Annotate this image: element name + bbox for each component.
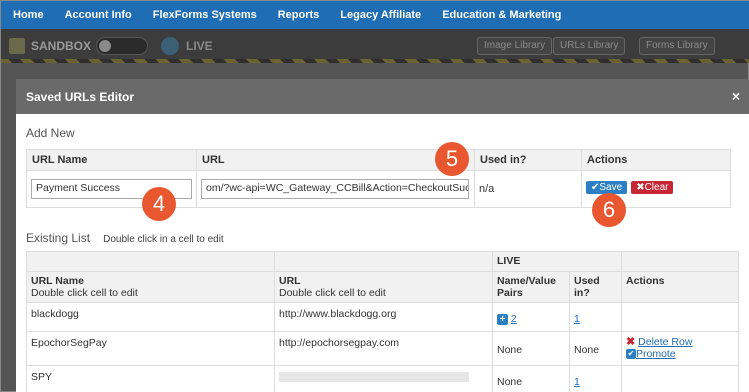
table-row: blackdogg http://www.blackdogg.org + 2 1: [26, 302, 739, 332]
row-name[interactable]: SPY: [26, 365, 275, 392]
modal-header: Saved URLs Editor ×: [16, 79, 749, 114]
existing-list-table: LIVE URL Name Double click cell to edit U…: [26, 251, 739, 392]
callout-4: 4: [142, 187, 176, 221]
saved-urls-editor-modal: Saved URLs Editor × Add New URL Name URL…: [16, 79, 749, 392]
nav-home[interactable]: Home: [13, 9, 44, 21]
x-icon: ✖: [636, 182, 645, 193]
hazard-stripe: [1, 59, 749, 63]
table-row: EpochorSegPay http://epochorsegpay.com N…: [26, 330, 739, 367]
image-library-button[interactable]: Image Library: [477, 37, 553, 55]
col-name-header: URL Name Double click cell to edit: [26, 271, 275, 303]
redacted-url: [279, 372, 469, 383]
row-actions: ✖ Delete Row ✔ Promote: [621, 330, 739, 367]
toggle-knob: [99, 40, 111, 52]
close-icon[interactable]: ×: [732, 88, 740, 104]
col-url: URL: [196, 149, 475, 171]
modal-title: Saved URLs Editor: [26, 89, 135, 104]
table-row: SPY None 1: [26, 365, 739, 392]
used-in-value: n/a: [474, 170, 582, 208]
row-name[interactable]: EpochorSegPay: [26, 330, 275, 367]
forms-library-button[interactable]: Forms Library: [639, 37, 715, 55]
clear-label: Clear: [644, 182, 669, 193]
sandbox-label: SANDBOX: [31, 39, 92, 53]
delete-row-link[interactable]: Delete Row: [638, 336, 692, 348]
live-label: LIVE: [186, 39, 213, 53]
col-used-in: Used in?: [474, 149, 582, 171]
col-used-in-header: Used in?: [569, 271, 622, 303]
col-url-header: URL Double click cell to edit: [274, 271, 493, 303]
row-url[interactable]: http://epochorsegpay.com: [274, 330, 493, 367]
col-name-label: URL Name: [31, 275, 84, 287]
row-pairs: + 2: [492, 302, 570, 332]
used-in-link[interactable]: 1: [574, 313, 580, 325]
pairs-link[interactable]: 2: [511, 313, 517, 325]
existing-list-hint: Double click in a cell to edit: [103, 234, 224, 245]
delete-icon: ✖: [626, 336, 636, 349]
nav-account-info[interactable]: Account Info: [65, 9, 132, 21]
nav-education-marketing[interactable]: Education & Marketing: [442, 9, 561, 21]
callout-5: 5: [435, 142, 469, 176]
add-new-table: URL Name URL Used in? Actions Payment Su…: [26, 149, 731, 208]
row-pairs: None: [492, 330, 570, 367]
globe-icon: [161, 37, 179, 55]
sandbox-bar: SANDBOX LIVE Image Library URLs Library …: [1, 29, 749, 63]
url-cell: om/?wc-api=WC_Gateway_CCBill&Action=Chec…: [196, 170, 475, 208]
callout-6: 6: [592, 193, 626, 227]
sandbox-live-toggle[interactable]: [96, 37, 148, 55]
row-url[interactable]: http://www.blackdogg.org: [274, 302, 493, 332]
add-new-title: Add New: [26, 126, 75, 140]
nav-legacy-affiliate[interactable]: Legacy Affiliate: [340, 9, 421, 21]
col-actions-header: Actions: [621, 271, 739, 303]
live-header: LIVE: [492, 251, 622, 272]
nav-flexforms-systems[interactable]: FlexForms Systems: [153, 9, 257, 21]
used-in-link[interactable]: 1: [574, 376, 580, 388]
existing-list-title: Existing List: [26, 231, 91, 245]
row-used-in: 1: [569, 302, 622, 332]
row-used-in: 1: [569, 365, 622, 392]
sandbox-logo-icon: [9, 38, 25, 54]
promote-icon: ✔: [626, 349, 636, 360]
row-actions: [621, 365, 739, 392]
url-input[interactable]: om/?wc-api=WC_Gateway_CCBill&Action=Chec…: [201, 179, 469, 199]
col-name-sub: Double click cell to edit: [31, 287, 138, 299]
row-url[interactable]: [274, 365, 493, 392]
clear-button[interactable]: ✖Clear: [631, 181, 674, 194]
plus-icon[interactable]: +: [497, 313, 508, 325]
save-button[interactable]: ✔Save: [586, 181, 628, 194]
col-actions: Actions: [581, 149, 731, 171]
top-nav: Home Account Info FlexForms Systems Repo…: [1, 1, 749, 29]
urls-library-button[interactable]: URLs Library: [553, 37, 626, 55]
col-pairs-header: Name/Value Pairs: [492, 271, 570, 303]
promote-link[interactable]: Promote: [636, 348, 676, 360]
save-label: Save: [599, 182, 623, 193]
col-url-sub: Double click cell to edit: [279, 287, 386, 299]
col-url-name: URL Name: [26, 149, 197, 171]
col-url-label: URL: [279, 275, 301, 287]
row-name[interactable]: blackdogg: [26, 302, 275, 332]
row-actions: [621, 302, 739, 332]
row-pairs: None: [492, 365, 570, 392]
row-used-in: None: [569, 330, 622, 367]
nav-reports[interactable]: Reports: [278, 9, 320, 21]
existing-list-heading: Existing List Double click in a cell to …: [26, 231, 224, 245]
